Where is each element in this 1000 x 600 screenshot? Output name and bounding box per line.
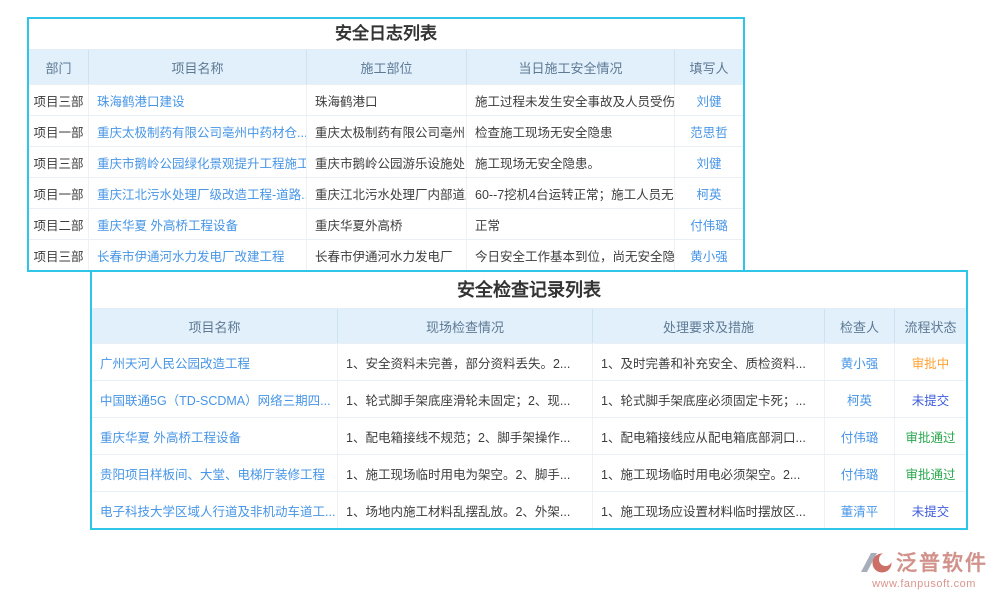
log_table-cell-project[interactable]: 重庆太极制药有限公司亳州中药材仓... xyxy=(89,116,307,146)
column-label: 现场检查情况 xyxy=(426,317,504,336)
column-label: 填写人 xyxy=(689,58,728,77)
check_table-cell-measures: 1、及时完善和补充安全、质检资料... xyxy=(593,344,825,380)
check_table-cell-status: 审批通过 xyxy=(895,418,966,454)
check_table-cell-status: 未提交 xyxy=(895,381,966,417)
table-row: 中国联通5G（TD-SCDMA）网络三期四...1、轮式脚手架底座滑轮未固定；2… xyxy=(92,380,966,417)
safety-check-header-row: 项目名称 现场检查情况 处理要求及措施 检查人 流程状态 xyxy=(92,309,966,343)
column-label: 处理要求及措施 xyxy=(663,317,754,336)
log_table-cell-project[interactable]: 重庆江北污水处理厂级改造工程-道路... xyxy=(89,178,307,208)
check_table-header-measures: 处理要求及措施 xyxy=(593,309,825,343)
log_table-cell-dept: 项目一部 xyxy=(29,116,89,146)
check_table-cell-project[interactable]: 重庆华夏 外高桥工程设备 xyxy=(92,418,338,454)
check_table-header-status: 流程状态 xyxy=(895,309,966,343)
check_table-cell-measures: 1、轮式脚手架底座必须固定卡死；... xyxy=(593,381,825,417)
check_table-cell-inspection: 1、安全资料未完善，部分资料丢失。2... xyxy=(338,344,593,380)
check_table-cell-measures: 1、施工现场应设置材料临时摆放区... xyxy=(593,492,825,528)
log_table-header-writer: 填写人 xyxy=(675,50,743,84)
safety-log-header-row: 部门 项目名称 施工部位 当日施工安全情况 填写人 xyxy=(29,50,743,84)
check_table-cell-project[interactable]: 电子科技大学区域人行道及非机动车道工... xyxy=(92,492,338,528)
check_table-cell-inspection: 1、轮式脚手架底座滑轮未固定；2、现... xyxy=(338,381,593,417)
table-row: 项目三部长春市伊通河水力发电厂改建工程长春市伊通河水力发电厂今日安全工作基本到位… xyxy=(29,239,743,270)
log_table-cell-dept: 项目三部 xyxy=(29,240,89,270)
check_table-cell-inspector[interactable]: 付伟璐 xyxy=(825,418,895,454)
check_table-cell-status: 审批通过 xyxy=(895,455,966,491)
table-row: 贵阳项目样板间、大堂、电梯厅装修工程1、施工现场临时用电为架空。2、脚手...1… xyxy=(92,454,966,491)
log_table-cell-writer[interactable]: 黄小强 xyxy=(675,240,743,270)
fanpu-logo: 泛普软件 www.fanpusoft.com xyxy=(860,547,988,590)
table-row: 项目二部重庆华夏 外高桥工程设备重庆华夏外高桥正常付伟璐 xyxy=(29,208,743,239)
check_table-cell-inspector[interactable]: 柯英 xyxy=(825,381,895,417)
log_table-cell-dept: 项目三部 xyxy=(29,147,89,177)
table-row: 项目三部珠海鹤港口建设珠海鹤港口施工过程未发生安全事故及人员受伤情况刘健 xyxy=(29,84,743,115)
log_table-cell-status: 施工现场无安全隐患。 xyxy=(467,147,675,177)
log_table-cell-location: 重庆太极制药有限公司亳州... xyxy=(307,116,467,146)
column-label: 部门 xyxy=(45,58,71,77)
log_table-header-dept: 部门 xyxy=(29,50,89,84)
log_table-cell-dept: 项目二部 xyxy=(29,209,89,239)
check_table-cell-status: 未提交 xyxy=(895,492,966,528)
column-label: 流程状态 xyxy=(904,317,956,336)
log_table-cell-project[interactable]: 重庆华夏 外高桥工程设备 xyxy=(89,209,307,239)
log_table-cell-project[interactable]: 珠海鹤港口建设 xyxy=(89,85,307,115)
check_table-cell-project[interactable]: 贵阳项目样板间、大堂、电梯厅装修工程 xyxy=(92,455,338,491)
log_table-cell-location: 珠海鹤港口 xyxy=(307,85,467,115)
log_table-cell-location: 重庆江北污水处理厂内部道路 xyxy=(307,178,467,208)
check_table-cell-inspector[interactable]: 黄小强 xyxy=(825,344,895,380)
log_table-cell-project[interactable]: 长春市伊通河水力发电厂改建工程 xyxy=(89,240,307,270)
check_table-header-inspector: 检查人 xyxy=(825,309,895,343)
table-row: 项目一部重庆江北污水处理厂级改造工程-道路...重庆江北污水处理厂内部道路60-… xyxy=(29,177,743,208)
log_table-header-project: 项目名称 xyxy=(89,50,307,84)
check_table-cell-measures: 1、施工现场临时用电必须架空。2... xyxy=(593,455,825,491)
safety-log-title: 安全日志列表 xyxy=(29,19,743,50)
safety-check-table: 安全检查记录列表 项目名称 现场检查情况 处理要求及措施 检查人 流程状态 广州天河人民… xyxy=(90,270,968,530)
table-row: 重庆华夏 外高桥工程设备1、配电箱接线不规范；2、脚手架操作...1、配电箱接线… xyxy=(92,417,966,454)
check_table-cell-inspection: 1、施工现场临时用电为架空。2、脚手... xyxy=(338,455,593,491)
log_table-cell-location: 重庆华夏外高桥 xyxy=(307,209,467,239)
log_table-header-location: 施工部位 xyxy=(307,50,467,84)
safety-log-body: 项目三部珠海鹤港口建设珠海鹤港口施工过程未发生安全事故及人员受伤情况刘健项目一部… xyxy=(29,84,743,270)
check_table-cell-inspector[interactable]: 付伟璐 xyxy=(825,455,895,491)
check_table-cell-measures: 1、配电箱接线应从配电箱底部洞口... xyxy=(593,418,825,454)
check_table-cell-project[interactable]: 中国联通5G（TD-SCDMA）网络三期四... xyxy=(92,381,338,417)
log_table-cell-writer[interactable]: 付伟璐 xyxy=(675,209,743,239)
table-row: 电子科技大学区域人行道及非机动车道工...1、场地内施工材料乱摆乱放。2、外架.… xyxy=(92,491,966,528)
log_table-cell-writer[interactable]: 刘健 xyxy=(675,85,743,115)
safety-log-table: 安全日志列表 部门项目名称施工部位当日施工安全情况填写人 项目三部珠海鹤港口建设… xyxy=(27,17,745,272)
check_table-header-project: 项目名称 xyxy=(92,309,338,343)
fanpu-logo-text: 泛普软件 xyxy=(896,547,988,577)
check_table-header-inspection: 现场检查情况 xyxy=(338,309,593,343)
log_table-cell-writer[interactable]: 刘健 xyxy=(675,147,743,177)
safety-check-title: 安全检查记录列表 xyxy=(92,272,966,309)
log_table-cell-location: 重庆市鹅岭公园游乐设施处 xyxy=(307,147,467,177)
log_table-cell-dept: 项目一部 xyxy=(29,178,89,208)
log_table-header-status: 当日施工安全情况 xyxy=(467,50,675,84)
log_table-cell-project[interactable]: 重庆市鹅岭公园绿化景观提升工程施工 xyxy=(89,147,307,177)
log_table-cell-writer[interactable]: 范思哲 xyxy=(675,116,743,146)
fanpu-logo-url: www.fanpusoft.com xyxy=(860,578,988,590)
log_table-cell-status: 检查施工现场无安全隐患 xyxy=(467,116,675,146)
table-row: 项目一部重庆太极制药有限公司亳州中药材仓...重庆太极制药有限公司亳州...检查… xyxy=(29,115,743,146)
fanpu-logo-icon xyxy=(860,549,892,576)
table-row: 广州天河人民公园改造工程1、安全资料未完善，部分资料丢失。2...1、及时完善和… xyxy=(92,343,966,380)
safety-check-body: 广州天河人民公园改造工程1、安全资料未完善，部分资料丢失。2...1、及时完善和… xyxy=(92,343,966,528)
column-label: 项目名称 xyxy=(188,317,240,336)
log_table-cell-dept: 项目三部 xyxy=(29,85,89,115)
log_table-cell-status: 60--7挖机4台运转正常；施工人员无违... xyxy=(467,178,675,208)
column-label: 施工部位 xyxy=(360,58,412,77)
check_table-cell-project[interactable]: 广州天河人民公园改造工程 xyxy=(92,344,338,380)
check_table-cell-status: 审批中 xyxy=(895,344,966,380)
log_table-cell-status: 今日安全工作基本到位，尚无安全隐患... xyxy=(467,240,675,270)
check_table-cell-inspection: 1、配电箱接线不规范；2、脚手架操作... xyxy=(338,418,593,454)
log_table-cell-location: 长春市伊通河水力发电厂 xyxy=(307,240,467,270)
check_table-cell-inspector[interactable]: 董清平 xyxy=(825,492,895,528)
log_table-cell-writer[interactable]: 柯英 xyxy=(675,178,743,208)
log_table-cell-status: 施工过程未发生安全事故及人员受伤情况 xyxy=(467,85,675,115)
log_table-cell-status: 正常 xyxy=(467,209,675,239)
page: 安全日志列表 部门项目名称施工部位当日施工安全情况填写人 项目三部珠海鹤港口建设… xyxy=(0,0,1000,600)
table-row: 项目三部重庆市鹅岭公园绿化景观提升工程施工重庆市鹅岭公园游乐设施处施工现场无安全… xyxy=(29,146,743,177)
column-label: 检查人 xyxy=(840,317,879,336)
column-label: 项目名称 xyxy=(171,58,223,77)
column-label: 当日施工安全情况 xyxy=(518,58,622,77)
check_table-cell-inspection: 1、场地内施工材料乱摆乱放。2、外架... xyxy=(338,492,593,528)
